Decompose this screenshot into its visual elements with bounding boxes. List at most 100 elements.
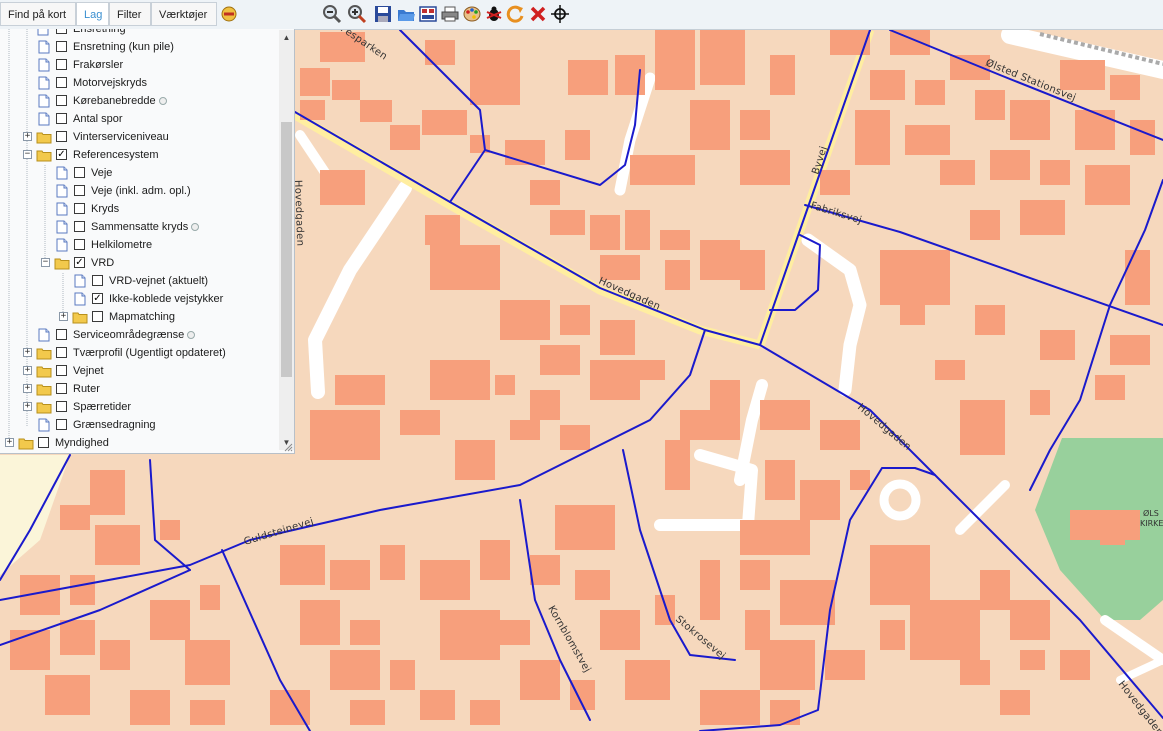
- refresh-icon[interactable]: [505, 4, 525, 24]
- expand-toggle-icon[interactable]: +: [59, 312, 68, 321]
- layer-label: Ensretning (kun pile): [73, 41, 174, 53]
- close-icon[interactable]: [528, 4, 548, 24]
- document-icon: [55, 166, 69, 180]
- scrollbar[interactable]: ▲ ▼: [279, 30, 294, 450]
- document-icon: [37, 40, 51, 54]
- layer-label: Veje (inkl. adm. opl.): [91, 185, 191, 197]
- layer-checkbox[interactable]: [56, 419, 67, 430]
- layer-checkbox[interactable]: [56, 95, 67, 106]
- layer-label: Serviceområdegrænse: [73, 329, 185, 341]
- bug-icon[interactable]: [484, 4, 504, 24]
- document-icon: [37, 76, 51, 90]
- layer-label: Sammensatte kryds: [91, 221, 189, 233]
- zoom-out-icon[interactable]: [322, 4, 342, 24]
- document-icon: [37, 112, 51, 126]
- layer-checkbox[interactable]: [74, 185, 85, 196]
- layer-checkbox[interactable]: [92, 275, 103, 286]
- save-icon[interactable]: [373, 4, 393, 24]
- layer-checkbox[interactable]: ✓: [74, 257, 85, 268]
- palette-icon[interactable]: [462, 4, 482, 24]
- layer-label: Tværprofil (Ugentligt opdateret): [73, 347, 226, 359]
- zoom-in-icon[interactable]: [347, 4, 367, 24]
- document-icon: [55, 220, 69, 234]
- layer-label: Ensretning: [73, 29, 126, 35]
- expand-toggle-icon[interactable]: +: [23, 384, 32, 393]
- layer-checkbox[interactable]: [56, 29, 67, 34]
- layer-label: Spærretider: [73, 401, 132, 413]
- layer-checkbox[interactable]: [56, 41, 67, 52]
- tab-vaerktojer[interactable]: Værktøjer: [151, 2, 217, 26]
- document-icon: [73, 292, 87, 306]
- layer-label: Vejnet: [73, 365, 104, 377]
- layer-checkbox[interactable]: [56, 131, 67, 142]
- layer-checkbox[interactable]: [56, 113, 67, 124]
- document-icon: [55, 202, 69, 216]
- layer-label: Motorvejskryds: [73, 77, 147, 89]
- expand-toggle-icon[interactable]: +: [23, 132, 32, 141]
- document-icon: [37, 94, 51, 108]
- layer-checkbox[interactable]: [74, 239, 85, 250]
- expand-toggle-icon[interactable]: +: [23, 402, 32, 411]
- layer-checkbox[interactable]: [74, 221, 85, 232]
- document-icon: [37, 328, 51, 342]
- layer-label: Helkilometre: [91, 239, 153, 251]
- print-layout-icon[interactable]: [418, 4, 438, 24]
- folder-icon: [36, 148, 52, 162]
- layer-checkbox[interactable]: [56, 329, 67, 340]
- resize-grip-icon[interactable]: [283, 442, 293, 452]
- collapse-toggle-icon[interactable]: −: [41, 258, 50, 267]
- layer-label: Vinterserviceniveau: [73, 131, 169, 143]
- expand-toggle-icon[interactable]: +: [23, 366, 32, 375]
- expand-toggle-icon[interactable]: +: [23, 348, 32, 357]
- layer-label: Kørebanebredde: [73, 95, 156, 107]
- folder-icon: [36, 346, 52, 360]
- layer-checkbox[interactable]: [38, 437, 49, 448]
- document-icon: [55, 184, 69, 198]
- document-icon: [36, 29, 50, 36]
- layer-label: Ikke-koblede vejstykker: [109, 293, 224, 305]
- document-icon: [37, 418, 51, 432]
- minimize-icon[interactable]: [221, 6, 237, 22]
- info-icon[interactable]: [159, 97, 167, 105]
- folder-icon: [36, 382, 52, 396]
- layer-checkbox[interactable]: [56, 401, 67, 412]
- scroll-up-arrow-icon[interactable]: ▲: [279, 30, 294, 45]
- layer-label: Grænsedragning: [73, 419, 156, 431]
- info-icon[interactable]: [191, 223, 199, 231]
- layer-label: Referencesystem: [73, 149, 159, 161]
- layer-checkbox[interactable]: [56, 347, 67, 358]
- tab-lag[interactable]: Lag: [76, 2, 109, 26]
- layer-label: Mapmatching: [109, 311, 176, 323]
- layer-checkbox[interactable]: ✓: [56, 149, 67, 160]
- crosshair-icon[interactable]: [550, 4, 570, 24]
- layer-label: Myndighed: [55, 437, 109, 449]
- layer-checkbox[interactable]: [56, 365, 67, 376]
- layer-label: Kryds: [91, 203, 120, 215]
- folder-icon: [54, 256, 70, 270]
- collapse-toggle-icon[interactable]: −: [23, 150, 32, 159]
- folder-icon: [18, 436, 34, 450]
- layer-checkbox[interactable]: [56, 59, 67, 70]
- layer-label: VRD: [91, 257, 115, 269]
- tab-find-paa-kort[interactable]: Find på kort: [0, 2, 76, 26]
- layer-panel: Ensretning Ensretning (kun pile) Frakørsle…: [0, 29, 295, 454]
- layer-checkbox[interactable]: [56, 77, 67, 88]
- print-icon[interactable]: [440, 4, 460, 24]
- folder-icon: [36, 130, 52, 144]
- info-icon[interactable]: [187, 331, 195, 339]
- layer-label: Frakørsler: [73, 59, 124, 71]
- layer-checkbox[interactable]: [56, 383, 67, 394]
- scroll-thumb[interactable]: [281, 122, 292, 377]
- layer-checkbox[interactable]: [74, 167, 85, 178]
- document-icon: [55, 238, 69, 252]
- layer-label: VRD-vejnet (aktuelt): [109, 275, 209, 287]
- folder-icon: [36, 400, 52, 414]
- open-folder-icon[interactable]: [396, 4, 416, 24]
- layer-checkbox[interactable]: [92, 311, 103, 322]
- folder-icon: [36, 364, 52, 378]
- layer-label: Veje: [91, 167, 113, 179]
- expand-toggle-icon[interactable]: +: [5, 438, 14, 447]
- layer-checkbox[interactable]: ✓: [92, 293, 103, 304]
- tab-filter[interactable]: Filter: [109, 2, 151, 26]
- layer-checkbox[interactable]: [74, 203, 85, 214]
